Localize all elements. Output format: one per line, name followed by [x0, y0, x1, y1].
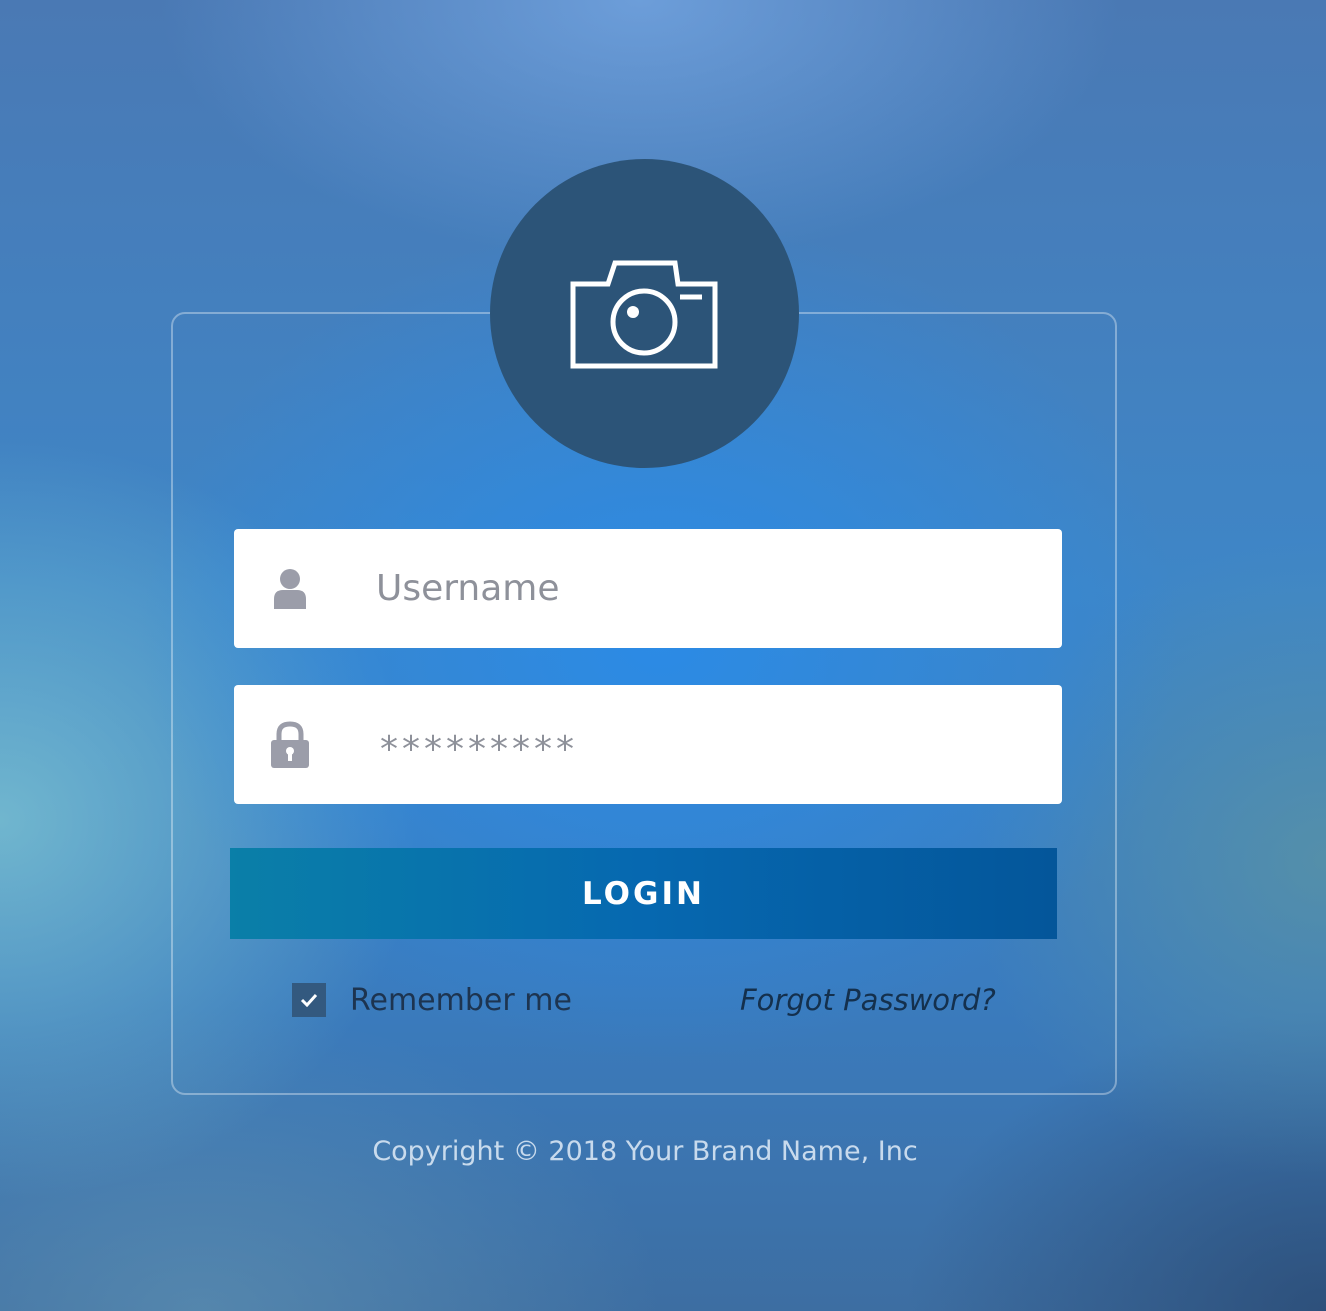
- remember-me-checkbox[interactable]: [292, 983, 326, 1017]
- username-field[interactable]: [234, 529, 1062, 648]
- user-icon: [270, 529, 310, 648]
- copyright-text: Copyright © 2018 Your Brand Name, Inc: [372, 1136, 918, 1167]
- lock-icon: [270, 685, 310, 804]
- avatar: [490, 159, 799, 468]
- forgot-password-link[interactable]: Forgot Password?: [740, 979, 996, 1021]
- password-field[interactable]: *********: [234, 685, 1062, 804]
- checkmark-icon: [300, 993, 318, 1007]
- password-input[interactable]: *********: [380, 685, 578, 804]
- username-input[interactable]: [376, 529, 1036, 648]
- camera-icon: [570, 260, 717, 368]
- login-button[interactable]: LOGIN: [230, 848, 1057, 939]
- remember-me[interactable]: Remember me: [292, 979, 572, 1021]
- remember-me-label: Remember me: [350, 982, 572, 1018]
